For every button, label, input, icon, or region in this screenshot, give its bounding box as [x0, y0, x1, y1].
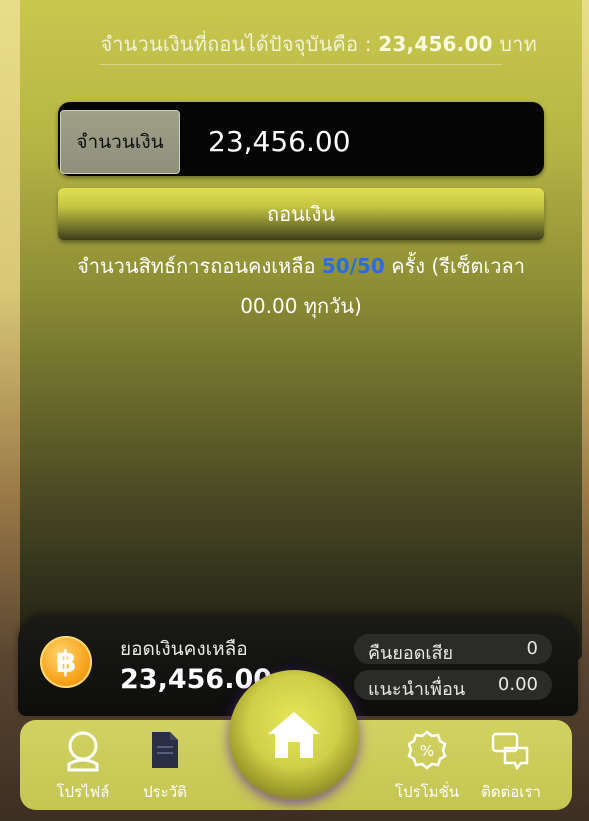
nav-history[interactable]: ประวัติ — [120, 730, 210, 806]
svg-text:%: % — [420, 742, 434, 760]
nav-profile-label: โปรไฟล์ — [56, 783, 110, 801]
available-amount: 23,456.00 — [378, 32, 493, 56]
document-icon — [152, 732, 178, 768]
referral-label: แนะนำเพื่อน — [368, 679, 466, 700]
percent-badge-icon: % — [407, 730, 447, 770]
amount-field-row: จำนวนเงิน — [58, 102, 544, 176]
home-icon — [268, 712, 320, 758]
home-button[interactable] — [229, 670, 359, 800]
balance-label: ยอดเงินคงเหลือ — [120, 638, 248, 660]
divider — [100, 64, 502, 65]
profile-icon — [67, 731, 99, 772]
withdraw-button[interactable]: ถอนเงิน — [58, 188, 544, 240]
nav-promotion[interactable]: % โปรโมชั่น — [382, 730, 472, 806]
nav-contact-label: ติดต่อเรา — [481, 783, 541, 801]
currency-label: บาท — [499, 32, 537, 56]
available-amount-line: จำนวนเงินที่ถอนได้ปัจจุบันคือ : 23,456.0… — [20, 28, 582, 60]
cashback-label: คืนยอดเสีย — [368, 643, 454, 664]
bitcoin-coin-icon: ฿ — [40, 636, 92, 688]
nav-promotion-label: โปรโมชั่น — [394, 783, 459, 801]
nav-profile[interactable]: โปรไฟล์ — [38, 730, 128, 806]
rights-prefix: จำนวนสิทธ์การถอนคงเหลือ — [77, 254, 316, 278]
cashback-value: 0 — [526, 638, 538, 659]
referral-value: 0.00 — [497, 674, 538, 695]
withdraw-rights-text: จำนวนสิทธ์การถอนคงเหลือ 50/50 ครั้ง (รีเ… — [46, 246, 556, 326]
rights-count: 50/50 — [321, 254, 385, 278]
amount-label: จำนวนเงิน — [60, 110, 180, 174]
cashback-pill[interactable]: คืนยอดเสีย 0 — [354, 634, 552, 664]
referral-pill[interactable]: แนะนำเพื่อน 0.00 — [354, 670, 552, 700]
chat-bubbles-icon — [491, 732, 529, 770]
amount-input[interactable] — [206, 120, 530, 162]
available-label: จำนวนเงินที่ถอนได้ปัจจุบันคือ : — [100, 32, 372, 56]
withdraw-panel: จำนวนเงินที่ถอนได้ปัจจุบันคือ : 23,456.0… — [20, 0, 582, 660]
nav-history-label: ประวัติ — [143, 783, 187, 801]
nav-contact[interactable]: ติดต่อเรา — [466, 730, 556, 806]
